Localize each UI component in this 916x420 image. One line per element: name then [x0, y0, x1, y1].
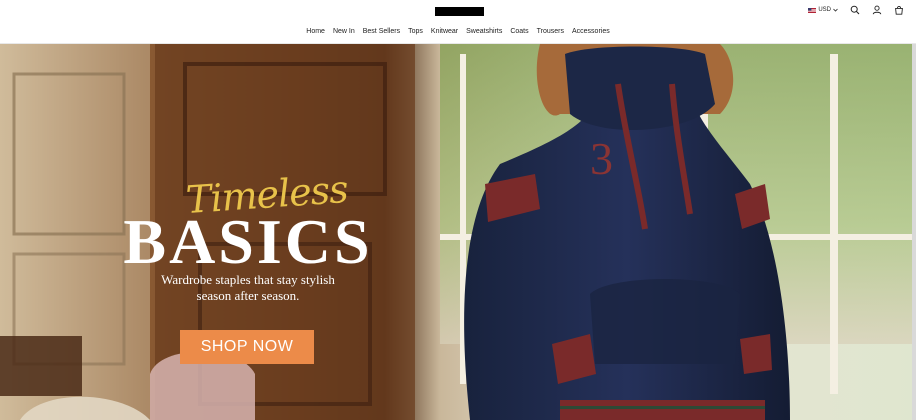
page-scrollbar[interactable] [912, 44, 916, 420]
nav-item-best-sellers[interactable]: Best Sellers [363, 26, 400, 40]
brand-logo[interactable] [435, 7, 484, 16]
account-icon[interactable] [872, 5, 882, 15]
nav-item-new-in[interactable]: New In [333, 26, 355, 40]
nav-item-tops[interactable]: Tops [408, 26, 423, 40]
nav-item-coats[interactable]: Coats [510, 26, 528, 40]
chevron-down-icon [833, 8, 838, 12]
hero-title: BASICS [123, 206, 373, 277]
shop-now-button[interactable]: SHOP NOW [180, 330, 314, 364]
header-actions: USD [808, 4, 904, 16]
currency-label: USD [818, 7, 831, 13]
nav-item-trousers[interactable]: Trousers [537, 26, 564, 40]
hero-subtitle-line-2: season after season. [196, 288, 300, 303]
hero-banner[interactable]: 3 Timeless BASICS Wardrobe staples that … [0, 44, 916, 420]
site-header: USD Home New In Best Sellers Tops Knitwe… [0, 0, 916, 44]
nav-item-accessories[interactable]: Accessories [572, 26, 610, 40]
main-nav: Home New In Best Sellers Tops Knitwear S… [0, 26, 916, 40]
svg-text:3: 3 [590, 133, 613, 184]
nav-item-knitwear[interactable]: Knitwear [431, 26, 458, 40]
nav-item-home[interactable]: Home [306, 26, 325, 40]
hero-subtitle: Wardrobe staples that stay stylish seaso… [136, 272, 360, 304]
us-flag-icon [808, 7, 817, 13]
hero-subtitle-line-1: Wardrobe staples that stay stylish [161, 272, 335, 287]
bag-icon[interactable] [894, 5, 904, 15]
nav-item-sweatshirts[interactable]: Sweatshirts [466, 26, 502, 40]
currency-selector[interactable]: USD [808, 7, 838, 13]
search-icon[interactable] [850, 5, 860, 15]
